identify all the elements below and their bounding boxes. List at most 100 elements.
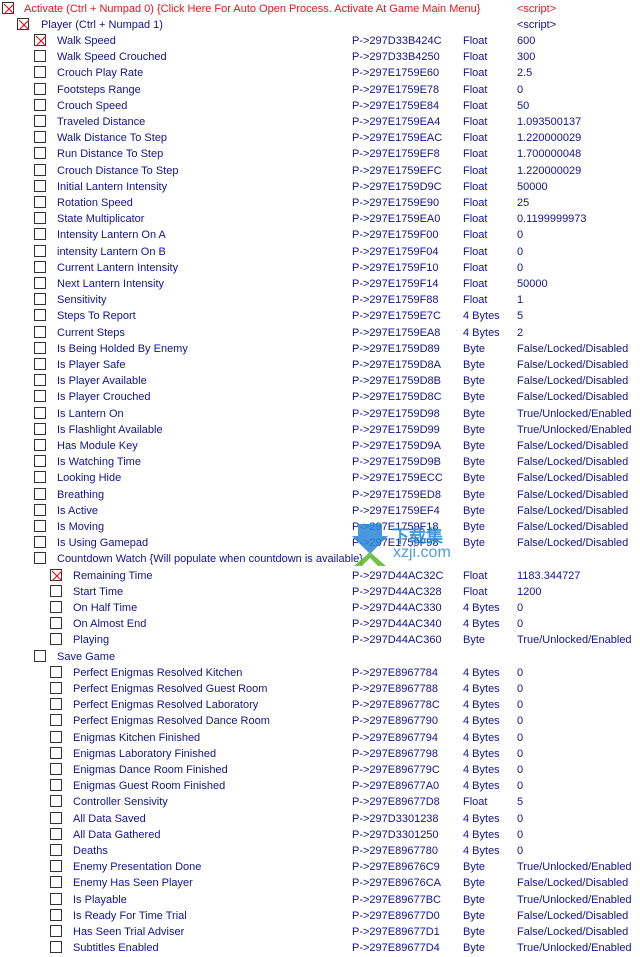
value[interactable]: 1200 xyxy=(517,584,541,600)
activate-checkbox[interactable] xyxy=(34,82,46,95)
description[interactable]: Rotation Speed xyxy=(57,195,133,211)
value[interactable]: True/Unlocked/Enabled xyxy=(517,859,632,875)
description[interactable]: Subtitles Enabled xyxy=(73,940,159,956)
activate-checkbox[interactable] xyxy=(50,779,62,792)
table-row[interactable]: Crouch Distance To Step P->297E1759EFC F… xyxy=(0,163,640,179)
activate-checkbox[interactable] xyxy=(34,276,46,289)
table-row[interactable]: All Data Saved P->297D3301238 4 Bytes 0 xyxy=(0,811,640,827)
activate-checkbox[interactable] xyxy=(34,66,46,79)
description[interactable]: Enigmas Kitchen Finished xyxy=(73,730,200,746)
description[interactable]: Is Flashlight Available xyxy=(57,422,163,438)
description[interactable]: Is Playable xyxy=(73,892,127,908)
activate-checkbox[interactable] xyxy=(34,228,46,241)
value[interactable]: 5 xyxy=(517,308,523,324)
table-row[interactable]: Is Moving P->297E1759F18 Byte False/Lock… xyxy=(0,519,640,535)
value[interactable]: False/Locked/Disabled xyxy=(517,470,628,486)
description[interactable]: Is Player Crouched xyxy=(57,389,151,405)
activate-checkbox[interactable] xyxy=(50,746,62,759)
table-row[interactable]: Breathing P->297E1759ED8 Byte False/Lock… xyxy=(0,487,640,503)
description[interactable]: Initial Lantern Intensity xyxy=(57,179,167,195)
table-row[interactable]: On Almost End P->297D44AC340 4 Bytes 0 xyxy=(0,616,640,632)
table-row[interactable]: Subtitles Enabled P->297E89677D4 Byte Tr… xyxy=(0,940,640,956)
activate-checkbox[interactable] xyxy=(34,114,46,127)
table-row[interactable]: Countdown Watch {Will populate when coun… xyxy=(0,551,640,567)
value[interactable]: 2.5 xyxy=(517,65,532,81)
activate-checkbox[interactable] xyxy=(34,390,46,403)
activate-checkbox[interactable] xyxy=(50,892,62,905)
table-row[interactable]: Activate (Ctrl + Numpad 0) {Click Here F… xyxy=(0,1,640,17)
description[interactable]: Remaining Time xyxy=(73,568,152,584)
description[interactable]: Start Time xyxy=(73,584,123,600)
value[interactable]: True/Unlocked/Enabled xyxy=(517,422,632,438)
value[interactable]: 0 xyxy=(517,713,523,729)
value[interactable]: 1 xyxy=(517,292,523,308)
description[interactable]: Intensity Lantern On A xyxy=(57,227,166,243)
description[interactable]: Is Being Holded By Enemy xyxy=(57,341,188,357)
description[interactable]: Current Lantern Intensity xyxy=(57,260,178,276)
table-row[interactable]: Is Player Safe P->297E1759D8A Byte False… xyxy=(0,357,640,373)
table-row[interactable]: Enigmas Dance Room Finished P->297E89677… xyxy=(0,762,640,778)
value[interactable]: False/Locked/Disabled xyxy=(517,389,628,405)
activate-checkbox[interactable] xyxy=(50,876,62,889)
table-row[interactable]: Run Distance To Step P->297E1759EF8 Floa… xyxy=(0,146,640,162)
value[interactable]: False/Locked/Disabled xyxy=(517,373,628,389)
activate-checkbox[interactable] xyxy=(34,649,46,662)
table-row[interactable]: Walk Speed P->297D33B424C Float 600 xyxy=(0,33,640,49)
value[interactable]: 0 xyxy=(517,811,523,827)
activate-checkbox[interactable] xyxy=(50,714,62,727)
value[interactable]: 600 xyxy=(517,33,535,49)
value[interactable]: False/Locked/Disabled xyxy=(517,519,628,535)
table-row[interactable]: Enigmas Laboratory Finished P->297E89677… xyxy=(0,746,640,762)
description[interactable]: Crouch Play Rate xyxy=(57,65,143,81)
table-row[interactable]: Is Player Available P->297E1759D8B Byte … xyxy=(0,373,640,389)
activate-checkbox[interactable] xyxy=(34,519,46,532)
table-row[interactable]: Perfect Enigmas Resolved Guest Room P->2… xyxy=(0,681,640,697)
description[interactable]: Countdown Watch {Will populate when coun… xyxy=(57,551,363,567)
table-row[interactable]: Sensitivity P->297E1759F88 Float 1 xyxy=(0,292,640,308)
description[interactable]: Sensitivity xyxy=(57,292,107,308)
table-row[interactable]: All Data Gathered P->297D3301250 4 Bytes… xyxy=(0,827,640,843)
description[interactable]: Has Seen Trial Adviser xyxy=(73,924,184,940)
activate-checkbox[interactable] xyxy=(34,98,46,111)
value[interactable]: <script> xyxy=(517,1,556,17)
table-row[interactable]: Is Using Gamepad P->297E1759F98 Byte Fal… xyxy=(0,535,640,551)
value[interactable]: 0 xyxy=(517,665,523,681)
value[interactable]: 0 xyxy=(517,616,523,632)
table-row[interactable]: Walk Speed Crouched P->297D33B4250 Float… xyxy=(0,49,640,65)
value[interactable]: False/Locked/Disabled xyxy=(517,535,628,551)
description[interactable]: All Data Gathered xyxy=(73,827,160,843)
table-row[interactable]: Perfect Enigmas Resolved Laboratory P->2… xyxy=(0,697,640,713)
table-row[interactable]: Next Lantern Intensity P->297E1759F14 Fl… xyxy=(0,276,640,292)
value[interactable]: 1183.344727 xyxy=(517,568,580,584)
table-row[interactable]: Perfect Enigmas Resolved Dance Room P->2… xyxy=(0,713,640,729)
table-row[interactable]: Has Module Key P->297E1759D9A Byte False… xyxy=(0,438,640,454)
table-row[interactable]: Is Player Crouched P->297E1759D8C Byte F… xyxy=(0,389,640,405)
table-row[interactable]: Remaining Time P->297D44AC32C Float 1183… xyxy=(0,568,640,584)
table-row[interactable]: Has Seen Trial Adviser P->297E89677D1 By… xyxy=(0,924,640,940)
value[interactable]: 50000 xyxy=(517,276,548,292)
value[interactable]: True/Unlocked/Enabled xyxy=(517,940,632,956)
description[interactable]: Enemy Presentation Done xyxy=(73,859,201,875)
activate-checkbox[interactable] xyxy=(34,244,46,257)
activate-checkbox[interactable] xyxy=(50,681,62,694)
value[interactable]: True/Unlocked/Enabled xyxy=(517,406,632,422)
description[interactable]: On Almost End xyxy=(73,616,146,632)
value[interactable]: 25 xyxy=(517,195,529,211)
value[interactable]: 0 xyxy=(517,227,523,243)
description[interactable]: Controller Sensivity xyxy=(73,794,168,810)
table-row[interactable]: Walk Distance To Step P->297E1759EAC Flo… xyxy=(0,130,640,146)
activate-checkbox[interactable] xyxy=(34,503,46,516)
table-row[interactable]: Steps To Report P->297E1759E7C 4 Bytes 5 xyxy=(0,308,640,324)
table-row[interactable]: Controller Sensivity P->297E89677D8 Floa… xyxy=(0,794,640,810)
value[interactable]: False/Locked/Disabled xyxy=(517,487,628,503)
description[interactable]: Enigmas Guest Room Finished xyxy=(73,778,225,794)
description[interactable]: Walk Speed Crouched xyxy=(57,49,167,65)
value[interactable]: False/Locked/Disabled xyxy=(517,924,628,940)
description[interactable]: Deaths xyxy=(73,843,108,859)
description[interactable]: Is Player Available xyxy=(57,373,147,389)
value[interactable]: False/Locked/Disabled xyxy=(517,357,628,373)
table-row[interactable]: Traveled Distance P->297E1759EA4 Float 1… xyxy=(0,114,640,130)
activate-checkbox[interactable] xyxy=(50,924,62,937)
table-row[interactable]: Looking Hide P->297E1759ECC Byte False/L… xyxy=(0,470,640,486)
table-row[interactable]: Intensity Lantern On A P->297E1759F00 Fl… xyxy=(0,227,640,243)
